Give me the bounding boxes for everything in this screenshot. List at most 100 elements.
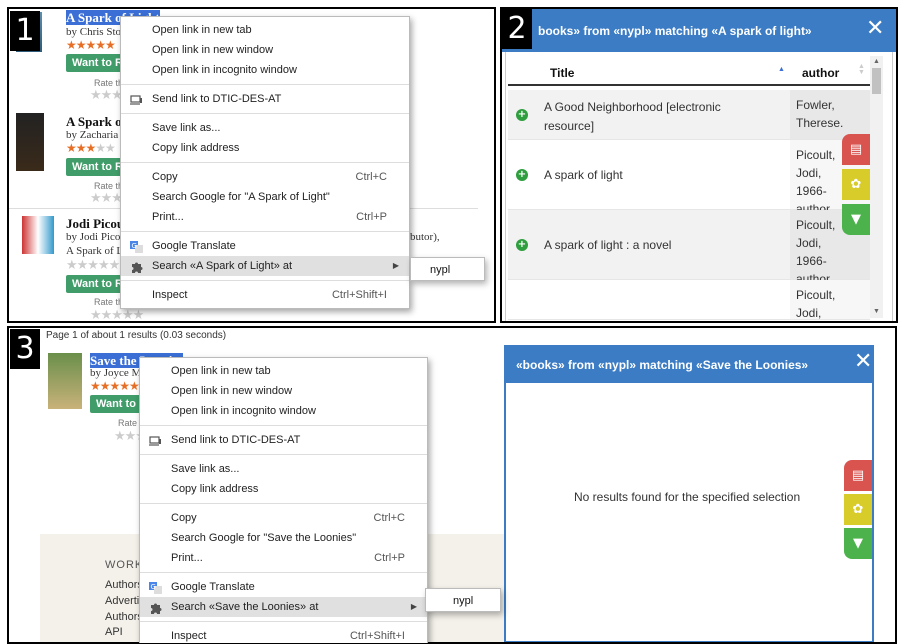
- rating-stars: ★★★★★: [66, 141, 116, 155]
- dialog-title: books» from «nypl» matching «A spark of …: [538, 24, 812, 38]
- menu-item-send-link-to-dtic-des-at[interactable]: Send link to DTIC-DES-AT: [121, 89, 409, 109]
- rating-stars: ★★★★★: [66, 38, 116, 52]
- filter-icon[interactable]: ▼: [842, 204, 870, 235]
- book-series[interactable]: A Spark of L: [66, 245, 123, 257]
- menu-item-copy-link-address[interactable]: Copy link address: [140, 479, 427, 499]
- menu-item-search-save-the-loonies-at[interactable]: Search «Save the Loonies» at ▶: [140, 597, 427, 617]
- menu-item-search-a-spark-of-light-at[interactable]: Search «A Spark of Light» at ▶: [121, 256, 409, 276]
- step-badge-1: 1: [10, 11, 40, 51]
- table-row[interactable]: + A spark of light : a novel Picoult, Jodi…: [508, 210, 870, 286]
- rate-stars[interactable]: ★★★★★: [90, 308, 144, 322]
- rate-label: Rate th: [94, 78, 124, 88]
- dialog-body: [504, 383, 874, 643]
- menu-item-inspect[interactable]: Inspect Ctrl+Shift+I: [140, 626, 427, 643]
- book-author[interactable]: by Joyce Mi: [90, 367, 144, 379]
- scrollbar[interactable]: [870, 56, 883, 318]
- book-cover[interactable]: [22, 216, 54, 254]
- menu-item-label: Search «A Spark of Light» at: [152, 260, 293, 272]
- gear-icon[interactable]: ✿: [842, 169, 870, 200]
- menu-shortcut: Ctrl+C: [373, 512, 405, 524]
- book-author[interactable]: by Chris Sto: [66, 26, 121, 38]
- menu-item-label: Open link in incognito window: [171, 405, 316, 417]
- cell-author-text: Picoult, Jodi, 1966- author.: [796, 218, 836, 286]
- scrollbar-down-arrow[interactable]: ▼: [873, 308, 880, 315]
- book-author[interactable]: by Zacharia: [66, 129, 118, 141]
- scrollbar-thumb[interactable]: [872, 68, 881, 94]
- menu-item-label: Search Google for "A Spark of Light": [152, 191, 330, 203]
- book-cover[interactable]: [48, 353, 82, 409]
- menu-item-label: Google Translate: [171, 581, 255, 593]
- column-header-title[interactable]: Title: [550, 66, 574, 80]
- menu-item-label: Open link in new window: [152, 44, 274, 56]
- menu-item-open-link-in-new-tab[interactable]: Open link in new tab: [121, 20, 409, 40]
- menu-item-label: Copy link address: [152, 142, 240, 154]
- book-author[interactable]: by Jodi Pico: [66, 231, 120, 243]
- menu-shortcut: Ctrl+C: [355, 171, 387, 183]
- menu-item-print[interactable]: Print... Ctrl+P: [140, 548, 427, 568]
- book-title[interactable]: A Spark o: [66, 114, 122, 130]
- menu-item-google-translate[interactable]: G Google Translate: [121, 236, 409, 256]
- cell-author-text: Fowler, Therese.: [796, 98, 844, 130]
- menu-item-label: Print...: [152, 211, 184, 223]
- footer-link[interactable]: API: [105, 626, 123, 638]
- puzzle-icon: [130, 260, 143, 273]
- book-title[interactable]: Jodi Picou: [66, 216, 124, 232]
- menu-item-copy[interactable]: Copy Ctrl+C: [140, 508, 427, 528]
- footer-link[interactable]: Adverti: [105, 595, 139, 607]
- menu-separator: [140, 572, 427, 573]
- column-header-author[interactable]: author: [802, 66, 839, 80]
- menu-item-copy[interactable]: Copy Ctrl+C: [121, 167, 409, 187]
- puzzle-icon: [149, 601, 162, 614]
- menu-item-search-google-for-a-spark-of-light[interactable]: Search Google for "A Spark of Light": [121, 187, 409, 207]
- panel-2: books» from «nypl» matching «A spark of …: [502, 8, 896, 322]
- menu-item-search-google-for-save-the-loonies[interactable]: Search Google for "Save the Loonies": [140, 528, 427, 548]
- expand-row-icon[interactable]: +: [516, 169, 528, 181]
- cell-title: A spark of light: [544, 168, 623, 182]
- menu-item-label: Open link in new tab: [171, 365, 271, 377]
- book-icon[interactable]: ▤: [844, 460, 872, 491]
- menu-shortcut: Ctrl+P: [356, 211, 387, 223]
- cell-title: A spark of light : a novel: [544, 238, 672, 252]
- table-row[interactable]: Picoult, Jodi, 1966-: [508, 280, 870, 320]
- expand-row-icon[interactable]: +: [516, 109, 528, 121]
- cell-author-text: Picoult, Jodi, 1966-: [796, 288, 836, 320]
- book-icon[interactable]: ▤: [842, 134, 870, 165]
- scrollbar-up-arrow[interactable]: ▲: [873, 58, 880, 65]
- contributor-tail: butor),: [410, 231, 440, 243]
- menu-item-send-link-to-dtic-des-at[interactable]: Send link to DTIC-DES-AT: [140, 430, 427, 450]
- sort-both-icon[interactable]: ▲ ▼: [858, 63, 865, 76]
- rating-stars: ★★★★★: [90, 379, 140, 393]
- cell-author-text: Picoult, Jodi, 1966- author.: [796, 148, 836, 216]
- table-row[interactable]: + A spark of light Picoult, Jodi, 1966- au…: [508, 140, 870, 216]
- menu-item-print[interactable]: Print... Ctrl+P: [121, 207, 409, 227]
- menu-item-copy-link-address[interactable]: Copy link address: [121, 138, 409, 158]
- menu-item-open-link-in-new-tab[interactable]: Open link in new tab: [140, 361, 427, 381]
- close-icon[interactable]: ✕: [866, 18, 884, 40]
- menu-item-open-link-in-incognito-window[interactable]: Open link in incognito window: [140, 401, 427, 421]
- submenu-item-nypl[interactable]: nypl: [425, 588, 501, 612]
- menu-item-label: Copy: [152, 171, 178, 183]
- menu-item-save-link-as[interactable]: Save link as...: [121, 118, 409, 138]
- expand-row-icon[interactable]: +: [516, 239, 528, 251]
- menu-item-save-link-as[interactable]: Save link as...: [140, 459, 427, 479]
- submenu-arrow-icon: ▶: [392, 261, 399, 270]
- menu-item-label: Save link as...: [152, 122, 221, 134]
- sort-asc-icon[interactable]: ▲: [778, 66, 785, 73]
- close-icon[interactable]: ✕: [854, 351, 872, 373]
- dialog-title: «books» from «nypl» matching «Save the L…: [516, 358, 809, 372]
- submenu-arrow-icon: ▶: [410, 602, 417, 611]
- footer-link[interactable]: Authors: [105, 611, 143, 623]
- filter-icon[interactable]: ▼: [844, 528, 872, 559]
- footer-link[interactable]: Authors: [105, 579, 143, 591]
- device-icon: [130, 93, 143, 105]
- menu-item-inspect[interactable]: Inspect Ctrl+Shift+I: [121, 285, 409, 305]
- menu-item-open-link-in-new-window[interactable]: Open link in new window: [140, 381, 427, 401]
- menu-item-google-translate[interactable]: G Google Translate: [140, 577, 427, 597]
- book-cover[interactable]: [16, 113, 44, 171]
- table-row[interactable]: + A Good Neighborhood [electronic resourc…: [508, 90, 870, 140]
- rate-label: Rate th: [94, 297, 124, 307]
- menu-item-open-link-in-new-window[interactable]: Open link in new window: [121, 40, 409, 60]
- menu-item-open-link-in-incognito-window[interactable]: Open link in incognito window: [121, 60, 409, 80]
- submenu-item-nypl[interactable]: nypl: [410, 257, 485, 281]
- gear-icon[interactable]: ✿: [844, 494, 872, 525]
